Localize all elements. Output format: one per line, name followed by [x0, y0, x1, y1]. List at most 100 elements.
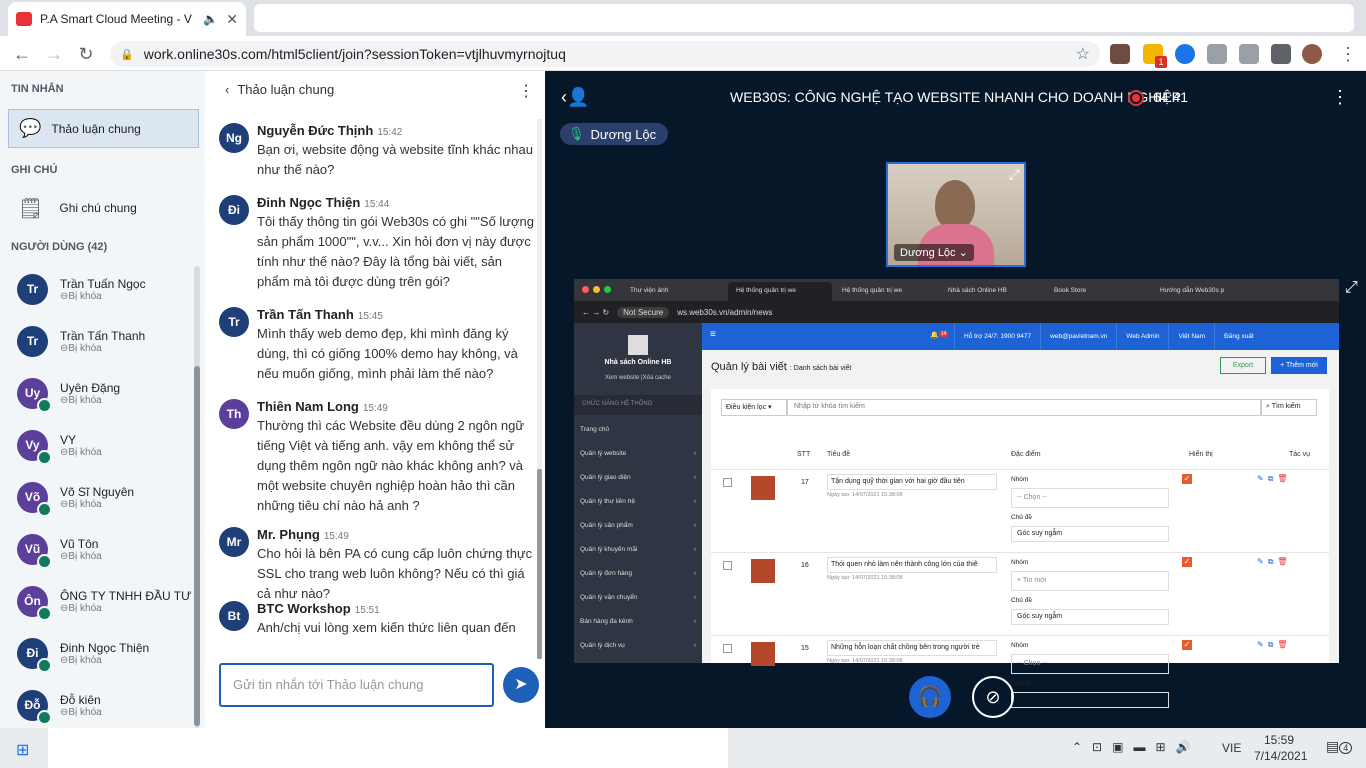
message-time: 15:44	[364, 199, 390, 210]
options-menu-icon[interactable]: ⋮	[1331, 87, 1349, 108]
bookmark-star-icon[interactable]: ☆	[1076, 44, 1090, 64]
extension-icon[interactable]	[1175, 44, 1195, 64]
windows-start-icon[interactable]: ⊞	[16, 740, 29, 760]
avatar: Tr	[17, 325, 48, 357]
camera-extension-icon[interactable]	[1207, 44, 1227, 64]
share-webcam-button[interactable]: ⊘	[972, 676, 1014, 718]
video-off-icon: ⊘	[985, 687, 1001, 707]
bell-icon[interactable]: 🔔 14	[930, 331, 949, 339]
tab-close-icon[interactable]: ✕	[226, 11, 238, 28]
action-center-icon[interactable]: ▤ 4	[1326, 738, 1353, 755]
url-field[interactable]: 🔒 work.online30s.com/html5client/join?se…	[110, 41, 1100, 67]
lock-icon: 🔒	[120, 48, 134, 61]
content-card: Điều kiện lọc ▾ Nhập từ khóa tìm kiếm ⌕ …	[711, 389, 1329, 708]
reload-icon[interactable]: ↻	[74, 42, 98, 66]
message-text: Mình thấy web demo đẹp, khi mình đăng ký…	[257, 326, 518, 381]
user-name: Uyên Đặng	[60, 380, 121, 395]
add-new-button[interactable]: + Thêm mới	[1271, 357, 1327, 374]
message-time: 15:42	[377, 127, 403, 138]
user-list-item[interactable]: Tr Trần Tuấn Ngọc ⊖Bị khóa	[17, 263, 197, 315]
hamburger-icon[interactable]: ≡	[710, 329, 716, 340]
mic-icon	[37, 501, 52, 517]
user-list-item[interactable]: Đỗ Đỗ kiên ⊖Bị khóa	[17, 679, 197, 728]
tab-strip-empty-area	[254, 4, 1354, 32]
user-list-item[interactable]: Uy Uyên Đặng ⊖Bị khóa	[17, 367, 197, 419]
sender-name: Đinh Ngọc Thiện	[257, 195, 361, 210]
chat-message: Đi Đinh Ngọc Thiện 15:44 Tôi thấy thông t…	[219, 195, 537, 292]
sender-name: Thiên Nam Long	[257, 399, 359, 414]
shared-search-input[interactable]: Nhập từ khóa tìm kiếm	[787, 399, 1261, 416]
user-status: ⊖Bị khóa	[60, 394, 102, 406]
presentation-fullscreen-icon[interactable]: ⤢	[1345, 279, 1358, 297]
user-list-item[interactable]: Ôn ÔNG TY TNHH ĐẦU TƯ ... ⊖Bị khóa	[17, 575, 197, 627]
shared-browser-tab: Hệ thống quản trị we	[728, 282, 832, 301]
audio-button[interactable]: 🎧	[909, 676, 951, 718]
public-chat-item[interactable]: 💬 Thảo luận chung	[8, 109, 199, 148]
browser-tab[interactable]: P.A Smart Cloud Meeting - V 🔈 ✕	[8, 2, 246, 36]
webcam-video[interactable]: ⤢ Dương Lộc ⌄	[886, 162, 1026, 267]
message-time: 15:49	[323, 531, 349, 542]
puzzle-icon[interactable]	[1271, 44, 1291, 64]
speaker-name: Dương Lộc	[590, 126, 657, 142]
browser-menu-icon[interactable]: ⋮	[1336, 42, 1360, 66]
avatar: Ôn	[17, 585, 52, 621]
chat-options-icon[interactable]: ⋮	[518, 81, 534, 101]
user-list-item[interactable]: Vy VY ⊖Bị khóa	[17, 419, 197, 471]
taskbar-search[interactable]	[48, 728, 728, 768]
chevron-left-icon[interactable]: ‹	[225, 82, 229, 97]
admin-menu-item: Trang chủ	[580, 426, 610, 433]
export-button[interactable]: Export	[1220, 357, 1266, 374]
fullscreen-icon[interactable]: ⤢	[1009, 166, 1020, 183]
filter-dropdown[interactable]: Điều kiện lọc ▾	[721, 399, 787, 416]
shared-url: ws.web30s.vn/admin/news	[677, 307, 773, 317]
page-title: Quản lý bài viết : Danh sách bài viết	[711, 361, 852, 373]
admin-sidebar: Nhà sách Online HB Xem website |Xóa cach…	[574, 323, 702, 663]
chat-scrollbar[interactable]	[537, 119, 542, 659]
webcam-person	[935, 180, 975, 230]
extension-icon[interactable]	[1110, 44, 1130, 64]
admin-top-link: web@pavietnam.vn	[1040, 323, 1116, 350]
clock[interactable]: 15:59 7/14/2021	[1254, 732, 1307, 764]
admin-menu-item: Quản lý khuyến mãi ‹	[580, 546, 696, 553]
user-name: Đinh Ngọc Thiện	[60, 640, 150, 655]
recording-icon[interactable]	[1128, 90, 1144, 106]
users-section-title: NGƯỜI DÙNG (42)	[11, 241, 108, 253]
profile-avatar[interactable]	[1302, 44, 1322, 64]
menu-header: CHỨC NĂNG HỆ THỐNG	[574, 395, 702, 415]
user-list-item[interactable]: Vũ Vũ Tôn ⊖Bị khóa	[17, 523, 197, 575]
admin-menu-item: Quản lý sản phẩm ‹	[580, 522, 696, 529]
site-logo	[628, 335, 648, 355]
shared-search-button[interactable]: ⌕ Tìm kiếm	[1261, 399, 1317, 416]
user-list-item[interactable]: Tr Trần Tấn Thanh ⊖Bị khóa	[17, 315, 197, 367]
mic-icon	[37, 605, 52, 621]
chat-message-input[interactable]: Gửi tin nhắn tới Thảo luận chung	[219, 663, 494, 707]
address-bar-row: ← → ↻ 🔒 work.online30s.com/html5client/j…	[0, 36, 1366, 71]
send-button[interactable]: ➤	[503, 667, 539, 703]
extension-icon[interactable]	[1239, 44, 1259, 64]
forward-icon[interactable]: →	[42, 42, 66, 66]
language-indicator[interactable]: VIE	[1222, 741, 1241, 755]
chat-bubble-icon: 💬	[19, 118, 42, 138]
recording-timer: 64:41	[1153, 89, 1189, 105]
user-list-item[interactable]: Võ Võ Sĩ Nguyên ⊖Bị khóa	[17, 471, 197, 523]
user-list-scrollbar[interactable]	[194, 266, 200, 728]
sender-name: Mr. Phụng	[257, 527, 320, 542]
user-status: ⊖Bị khóa	[60, 290, 102, 302]
user-list-item[interactable]: Đi Đinh Ngọc Thiện ⊖Bị khóa	[17, 627, 197, 679]
admin-menu-item: Quản lý website ‹	[580, 450, 696, 457]
windows-taskbar: ⊞ ⌃⊡▣▬⊞🔊 VIE 15:59 7/14/2021 ▤ 4	[0, 728, 1366, 768]
extension-icon[interactable]: 1	[1143, 44, 1167, 68]
back-icon[interactable]: ←	[10, 42, 34, 66]
chat-header[interactable]: ‹ Thảo luận chung	[225, 82, 334, 97]
tray-icons[interactable]: ⌃⊡▣▬⊞🔊	[1072, 740, 1200, 754]
tab-title: P.A Smart Cloud Meeting - V	[40, 12, 192, 26]
shared-notes-label: Ghi chú chung	[59, 201, 137, 215]
user-list-panel: TIN NHẮN 💬 Thảo luận chung GHI CHÚ 🗒 Ghi…	[0, 71, 205, 728]
notes-icon: 🗒	[18, 197, 44, 220]
url-text: work.online30s.com/html5client/join?sess…	[143, 46, 566, 62]
browser-tab-bar: P.A Smart Cloud Meeting - V 🔈 ✕	[0, 0, 1366, 36]
admin-menu-item: Quản lý thư liên hệ ‹	[580, 498, 696, 505]
shared-notes-item[interactable]: 🗒 Ghi chú chung	[18, 193, 137, 223]
site-name: Nhà sách Online HB	[604, 359, 672, 366]
avatar: Ng	[219, 123, 249, 153]
